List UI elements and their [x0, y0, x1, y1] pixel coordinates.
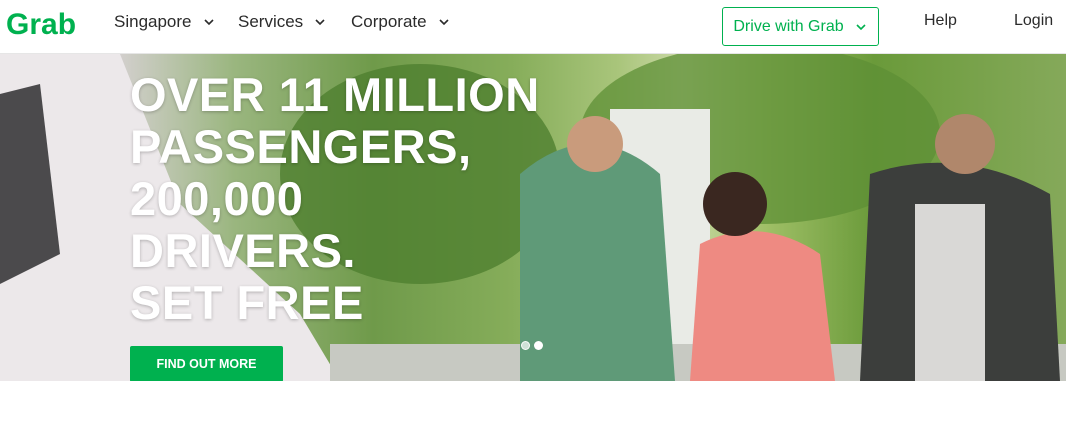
- carousel-dot-2[interactable]: [534, 341, 543, 350]
- nav-services-label: Services: [238, 12, 304, 31]
- chevron-down-icon: [856, 23, 866, 30]
- carousel-dot-1[interactable]: [521, 341, 530, 350]
- login-link[interactable]: Login: [1014, 12, 1053, 30]
- drive-with-grab-button[interactable]: Drive with Grab: [722, 7, 879, 46]
- find-out-more-button[interactable]: FIND OUT MORE: [130, 346, 283, 381]
- hero-headline: OVER 11 MILLION PASSENGERS, 200,000 DRIV…: [130, 68, 540, 329]
- chevron-down-icon: [203, 19, 214, 26]
- nav-corporate[interactable]: Corporate: [351, 10, 451, 34]
- help-link[interactable]: Help: [924, 12, 957, 30]
- nav-singapore[interactable]: Singapore: [114, 10, 216, 34]
- nav-singapore-label: Singapore: [114, 12, 192, 31]
- chevron-down-icon: [315, 19, 325, 26]
- nav-corporate-label: Corporate: [351, 12, 427, 31]
- chevron-down-icon: [439, 19, 449, 26]
- top-navigation-bar: Grab Singapore Services Corporate Drive …: [0, 0, 1066, 54]
- drive-with-grab-label: Drive with Grab: [733, 17, 844, 35]
- carousel-indicators: [521, 341, 543, 350]
- hero-banner: OVER 11 MILLION PASSENGERS, 200,000 DRIV…: [0, 54, 1066, 381]
- grab-logo[interactable]: Grab: [6, 6, 92, 42]
- grab-logo-text: Grab: [6, 8, 76, 41]
- nav-services[interactable]: Services: [238, 10, 327, 34]
